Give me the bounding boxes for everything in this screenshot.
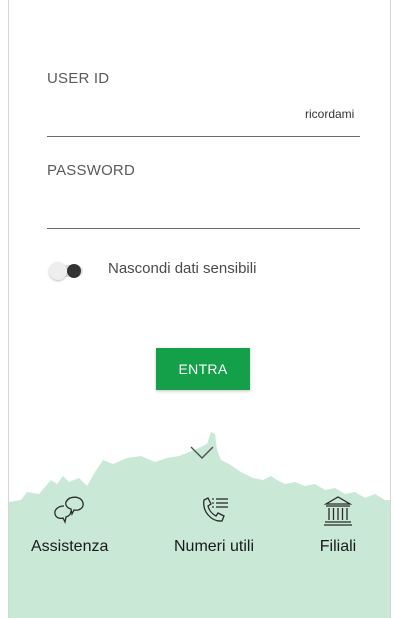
bank-building-icon	[323, 496, 353, 526]
hide-sensitive-label: Nascondi dati sensibili	[108, 260, 257, 277]
nav-numeri-utili[interactable]: Numeri utili	[174, 494, 254, 556]
hide-sensitive-toggle[interactable]	[49, 262, 85, 280]
nav-filiali-label: Filiali	[319, 538, 357, 555]
remember-me-toggle[interactable]: ricordami	[305, 107, 354, 121]
chat-bubbles-icon	[53, 496, 84, 524]
toggle-indicator	[67, 264, 81, 278]
phone-list-icon	[203, 497, 228, 522]
toggle-knob	[49, 262, 67, 280]
nav-assistenza[interactable]: Assistenza	[31, 494, 108, 556]
password-label: PASSWORD	[47, 162, 135, 179]
nav-assistenza-label: Assistenza	[31, 538, 109, 555]
user-id-input[interactable]	[47, 136, 360, 137]
user-id-label: USER ID	[47, 70, 110, 87]
password-input[interactable]	[47, 228, 360, 229]
nav-numeri-utili-label: Numeri utili	[174, 538, 255, 555]
enter-button[interactable]: ENTRA	[156, 348, 250, 390]
chevron-down-icon[interactable]	[190, 446, 214, 460]
nav-filiali[interactable]: Filiali	[318, 494, 358, 556]
login-screen: USER ID ricordami PASSWORD Nascondi dati…	[8, 0, 391, 618]
